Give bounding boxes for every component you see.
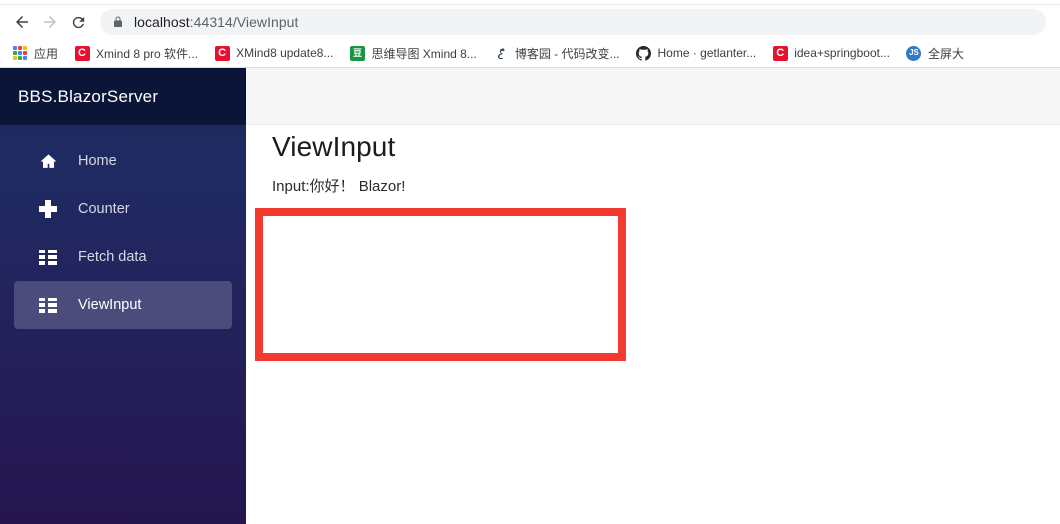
bookmark-label: XMind8 update8... (236, 46, 334, 60)
url-host: localhost (134, 14, 190, 30)
sidebar: BBS.BlazorServer Home Counter Fetch data… (0, 68, 246, 524)
bookmark-item[interactable]: 豆 思维导图 Xmind 8... (345, 41, 484, 65)
brand-title: BBS.BlazorServer (18, 86, 159, 106)
github-icon (636, 45, 652, 61)
page-content: ViewInput Input:你好！ Blazor! (246, 125, 1060, 524)
apps-grid-icon (12, 45, 28, 61)
bookmark-item[interactable]: C XMind8 update8... (210, 41, 341, 65)
sidebar-item-viewinput[interactable]: ViewInput (14, 281, 232, 329)
arrow-left-icon (16, 16, 28, 28)
arrow-right-icon (44, 16, 56, 28)
url-path: :44314/ViewInput (189, 14, 299, 30)
bookmark-item[interactable]: C Xmind 8 pro 软件... (70, 41, 206, 65)
bookmark-apps-label: 应用 (34, 46, 59, 61)
bookmarks-bar: 应用 C Xmind 8 pro 软件... C XMind8 update8.… (0, 39, 1060, 68)
brand-bar[interactable]: BBS.BlazorServer (0, 68, 246, 125)
sidebar-item-home[interactable]: Home (14, 137, 232, 185)
xmind-icon: C (214, 45, 230, 61)
sidebar-item-label: Counter (78, 200, 130, 217)
browser-toolbar: localhost:44314/ViewInput (0, 5, 1060, 39)
page-viewport: BBS.BlazorServer Home Counter Fetch data… (0, 68, 1060, 524)
bookmark-item[interactable]: C idea+springboot... (768, 41, 898, 65)
bookmark-label: Home · getlanter... (657, 46, 757, 60)
bookmark-label: 博客园 - 代码改变... (514, 46, 620, 61)
app-topbar (246, 68, 1060, 125)
bookmark-item[interactable]: Home · getlanter... (632, 41, 765, 65)
bookmark-label: 全屏大 (927, 46, 964, 61)
page-text: Input:你好！ Blazor! (272, 178, 406, 196)
url-text: localhost:44314/ViewInput (134, 14, 298, 30)
list-icon (38, 295, 58, 315)
xmind-icon: C (74, 45, 90, 61)
bookmark-apps[interactable]: 应用 (8, 41, 66, 65)
home-icon (38, 151, 58, 171)
bookmark-label: 思维导图 Xmind 8... (371, 46, 477, 61)
sidebar-nav: Home Counter Fetch data ViewInput (0, 125, 246, 329)
page-title: ViewInput (272, 131, 396, 162)
plus-icon (38, 199, 58, 219)
main-panel: ViewInput Input:你好！ Blazor! (246, 68, 1060, 524)
xmind-icon: C (772, 45, 788, 61)
sidebar-item-label: ViewInput (78, 296, 142, 313)
sidebar-item-counter[interactable]: Counter (14, 185, 232, 233)
forward-button[interactable] (36, 8, 64, 36)
sidebar-item-fetch-data[interactable]: Fetch data (14, 233, 232, 281)
address-bar[interactable]: localhost:44314/ViewInput (100, 9, 1046, 35)
list-icon (38, 247, 58, 267)
bookmark-item[interactable]: 博客园 - 代码改变... (489, 41, 628, 65)
sidebar-item-label: Home (78, 152, 117, 169)
xmind-green-icon: 豆 (349, 45, 365, 61)
page-body: ViewInput Input:你好！ Blazor! (272, 131, 405, 197)
sidebar-item-label: Fetch data (78, 248, 147, 265)
reload-button[interactable] (64, 8, 92, 36)
cnblogs-icon (493, 45, 509, 61)
js-icon: JS (906, 45, 922, 61)
lock-icon (112, 15, 124, 29)
bookmark-label: Xmind 8 pro 软件... (96, 46, 199, 61)
back-button[interactable] (8, 8, 36, 36)
bookmark-label: idea+springboot... (794, 46, 890, 60)
reload-icon (72, 16, 84, 28)
bookmark-item[interactable]: JS 全屏大 (902, 41, 972, 65)
